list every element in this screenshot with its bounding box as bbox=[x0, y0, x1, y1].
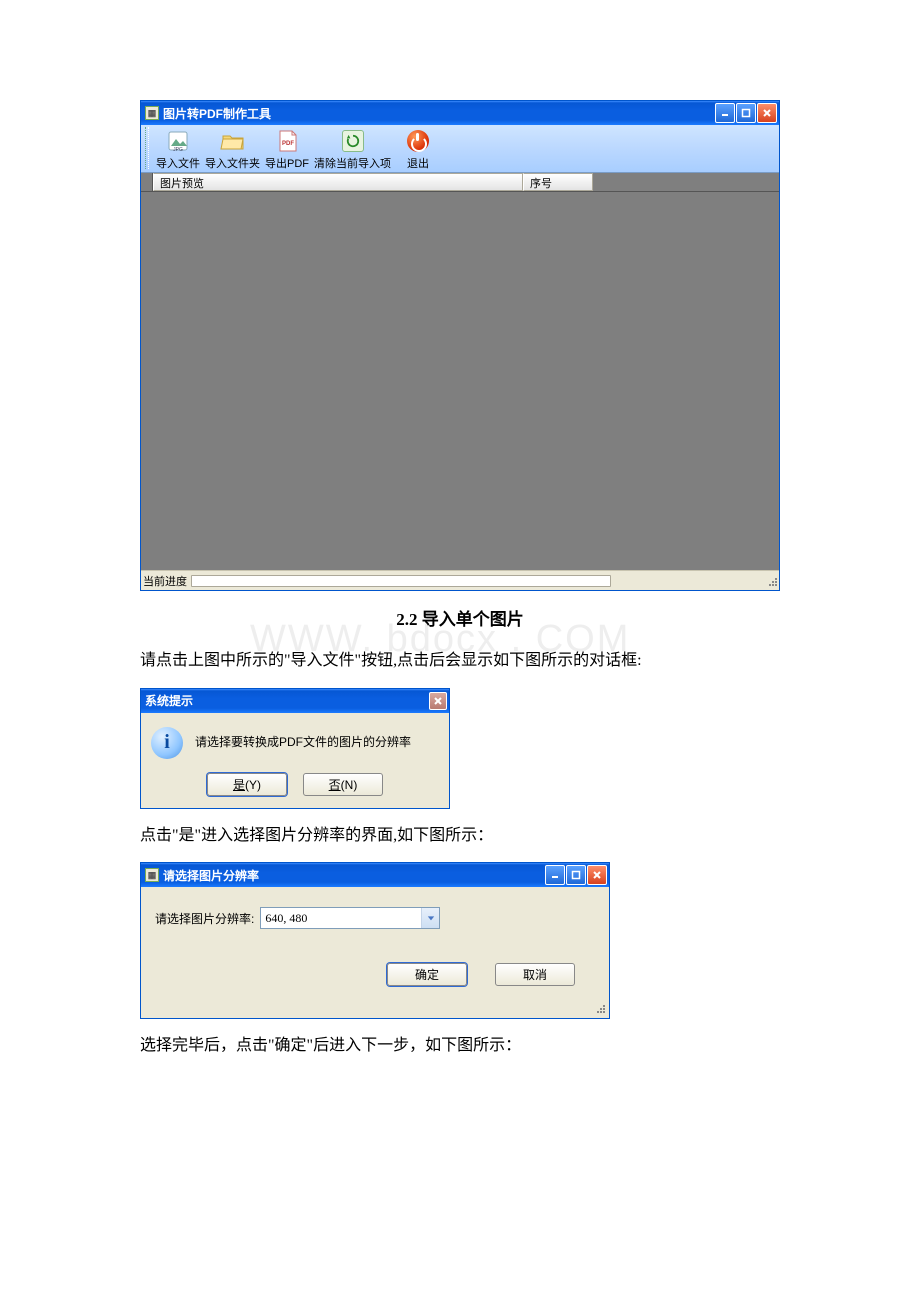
export-pdf-button[interactable]: PDF 导出PDF bbox=[262, 127, 312, 171]
power-icon bbox=[404, 129, 432, 153]
chevron-down-icon[interactable] bbox=[421, 908, 439, 928]
paragraph-2: 点击"是"进入选择图片分辨率的界面,如下图所示： bbox=[140, 823, 780, 849]
maximize-button[interactable] bbox=[736, 103, 756, 123]
refresh-icon bbox=[339, 129, 367, 153]
column-index-header[interactable]: 序号 bbox=[523, 173, 593, 191]
dialog2-minimize-button[interactable] bbox=[545, 865, 565, 885]
main-titlebar: ▦ 图片转PDF制作工具 bbox=[141, 101, 779, 125]
dialog1-message: 请选择要转换成PDF文件的图片的分辨率 bbox=[195, 727, 411, 750]
pdf-file-icon: PDF bbox=[273, 129, 301, 153]
progress-bar bbox=[191, 575, 611, 587]
app-icon: ▦ bbox=[145, 868, 159, 882]
info-icon: i bbox=[151, 727, 183, 759]
exit-button[interactable]: 退出 bbox=[393, 127, 443, 171]
folder-icon bbox=[219, 129, 247, 153]
main-window-title: 图片转PDF制作工具 bbox=[163, 105, 715, 122]
column-headers: 图片预览 序号 bbox=[141, 173, 779, 192]
toolbar-label: 退出 bbox=[407, 155, 429, 171]
no-button[interactable]: 否(N) bbox=[303, 773, 383, 796]
svg-text:JPG: JPG bbox=[173, 147, 183, 152]
jpg-file-icon: JPG bbox=[164, 129, 192, 153]
dialog2-titlebar: ▦ 请选择图片分辨率 bbox=[141, 863, 609, 887]
close-button[interactable] bbox=[757, 103, 777, 123]
dialog2-title: 请选择图片分辨率 bbox=[163, 867, 545, 884]
combobox-value: 640, 480 bbox=[261, 909, 421, 928]
status-bar: 当前进度 bbox=[141, 570, 779, 590]
main-app-window: ▦ 图片转PDF制作工具 JPG 导入文件 导入文件夹 PDF 导出PDF bbox=[140, 100, 780, 591]
toolbar-label: 导出PDF bbox=[265, 155, 309, 171]
dialog1-title: 系统提示 bbox=[145, 692, 429, 709]
paragraph-1: 请点击上图中所示的"导入文件"按钮,点击后会显示如下图所示的对话框: bbox=[140, 648, 780, 674]
dialog1-close-button[interactable] bbox=[429, 692, 447, 710]
minimize-button[interactable] bbox=[715, 103, 735, 123]
import-folder-button[interactable]: 导入文件夹 bbox=[203, 127, 262, 171]
resize-grip-icon[interactable] bbox=[591, 1000, 607, 1016]
dialog2-close-button[interactable] bbox=[587, 865, 607, 885]
yes-button[interactable]: 是(Y) bbox=[207, 773, 287, 796]
app-icon: ▦ bbox=[145, 106, 159, 120]
clear-current-button[interactable]: 清除当前导入项 bbox=[312, 127, 393, 171]
resolution-field-label: 请选择图片分辨率: bbox=[155, 910, 254, 927]
svg-text:PDF: PDF bbox=[282, 141, 294, 147]
system-prompt-dialog: 系统提示 i 请选择要转换成PDF文件的图片的分辨率 是(Y) 否(N) bbox=[140, 688, 450, 809]
column-preview-header[interactable]: 图片预览 bbox=[153, 173, 523, 191]
cancel-button[interactable]: 取消 bbox=[495, 963, 575, 986]
import-file-button[interactable]: JPG 导入文件 bbox=[153, 127, 203, 171]
toolbar: JPG 导入文件 导入文件夹 PDF 导出PDF 清除当前导入项 退出 bbox=[141, 125, 779, 173]
resolution-combobox[interactable]: 640, 480 bbox=[260, 907, 440, 929]
section-heading: 2.2 导入单个图片 bbox=[140, 605, 780, 630]
ok-button[interactable]: 确定 bbox=[387, 963, 467, 986]
toolbar-label: 导入文件夹 bbox=[205, 155, 260, 171]
toolbar-label: 导入文件 bbox=[156, 155, 200, 171]
dialog1-titlebar: 系统提示 bbox=[141, 689, 449, 713]
empty-list-area bbox=[141, 192, 779, 570]
status-label: 当前进度 bbox=[143, 573, 187, 589]
dialog2-maximize-button[interactable] bbox=[566, 865, 586, 885]
resolution-dialog: ▦ 请选择图片分辨率 请选择图片分辨率: 640, 480 确定 取消 bbox=[140, 862, 610, 1019]
paragraph-3: 选择完毕后，点击"确定"后进入下一步，如下图所示： bbox=[140, 1033, 780, 1059]
resize-grip-icon[interactable] bbox=[763, 573, 779, 589]
toolbar-label: 清除当前导入项 bbox=[314, 155, 391, 171]
